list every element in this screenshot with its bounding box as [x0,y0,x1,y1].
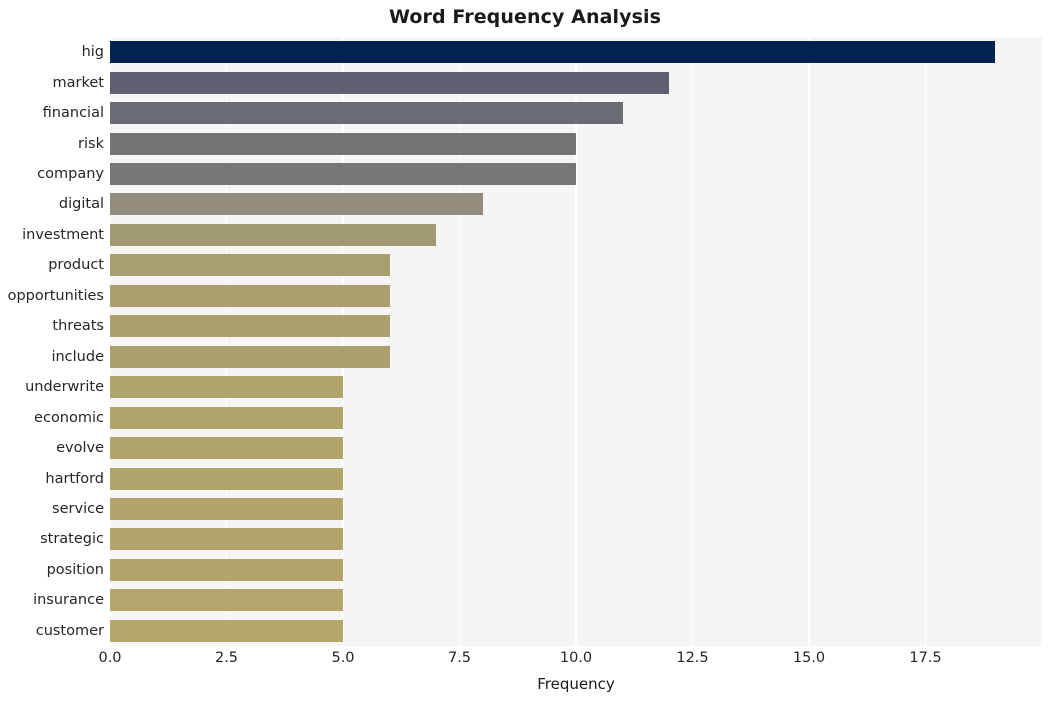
y-axis-tick-label: threats [52,318,104,335]
x-axis-tick-labels: 0.0 2.5 5.0 7.5 10.0 12.5 15.0 17.5 [98,650,1042,672]
y-axis-tick-label: strategic [40,531,104,548]
y-axis-tick-label: company [37,166,104,183]
x-axis-tick-label: 10.0 [559,650,593,666]
bar [110,223,437,246]
bar [110,558,343,581]
x-axis-tick-label: 5.0 [331,650,355,666]
y-axis-tick-label: market [52,74,104,91]
y-axis-tick-label: risk [78,135,104,152]
x-axis-tick-label: 17.5 [909,650,942,666]
y-axis-tick-label: position [46,561,104,578]
y-axis-tick-labels: hig market financial risk company digital inve… [0,37,104,646]
bar [110,589,343,612]
word-frequency-chart: Word Frequency Analysis hig market financi… [0,0,1050,701]
bar [110,163,576,186]
y-axis-tick-label: underwrite [25,379,104,396]
y-axis-tick-label: insurance [33,592,104,609]
x-axis-title: Frequency [537,675,615,693]
y-axis-tick-label: product [48,257,104,274]
bar [110,254,390,277]
y-axis-tick-label: customer [35,622,104,639]
bar [110,619,343,642]
bar [110,528,343,551]
y-axis-tick-label: investment [22,226,104,243]
y-axis-tick-label: hig [81,44,104,61]
chart-title: Word Frequency Analysis [388,6,662,28]
bar [110,193,483,216]
y-axis-tick-label: economic [34,409,104,426]
bar [110,284,390,307]
bar [110,406,343,429]
bar [110,41,996,64]
bar [110,315,390,338]
x-axis-tick-label: 12.5 [676,650,709,666]
bar [110,102,623,125]
y-axis-tick-label: include [51,348,104,365]
bars-layer [110,37,1042,646]
bar [110,467,343,490]
bar [110,497,343,520]
bar [110,437,343,460]
x-axis-tick-label: 2.5 [214,650,239,666]
y-axis-tick-label: financial [42,105,104,122]
y-axis-tick-label: digital [58,196,104,213]
x-axis-tick-label: 15.0 [792,650,826,666]
y-axis-tick-label: opportunities [7,287,104,304]
x-axis-tick-label: 7.5 [447,650,472,666]
y-axis-tick-label: service [52,500,104,517]
bar [110,376,343,399]
bar [110,345,390,368]
bar [110,71,670,94]
bar [110,132,576,155]
y-axis-tick-label: hartford [45,470,104,487]
y-axis-tick-label: evolve [56,440,104,457]
x-axis-tick-label: 0.0 [98,650,122,666]
